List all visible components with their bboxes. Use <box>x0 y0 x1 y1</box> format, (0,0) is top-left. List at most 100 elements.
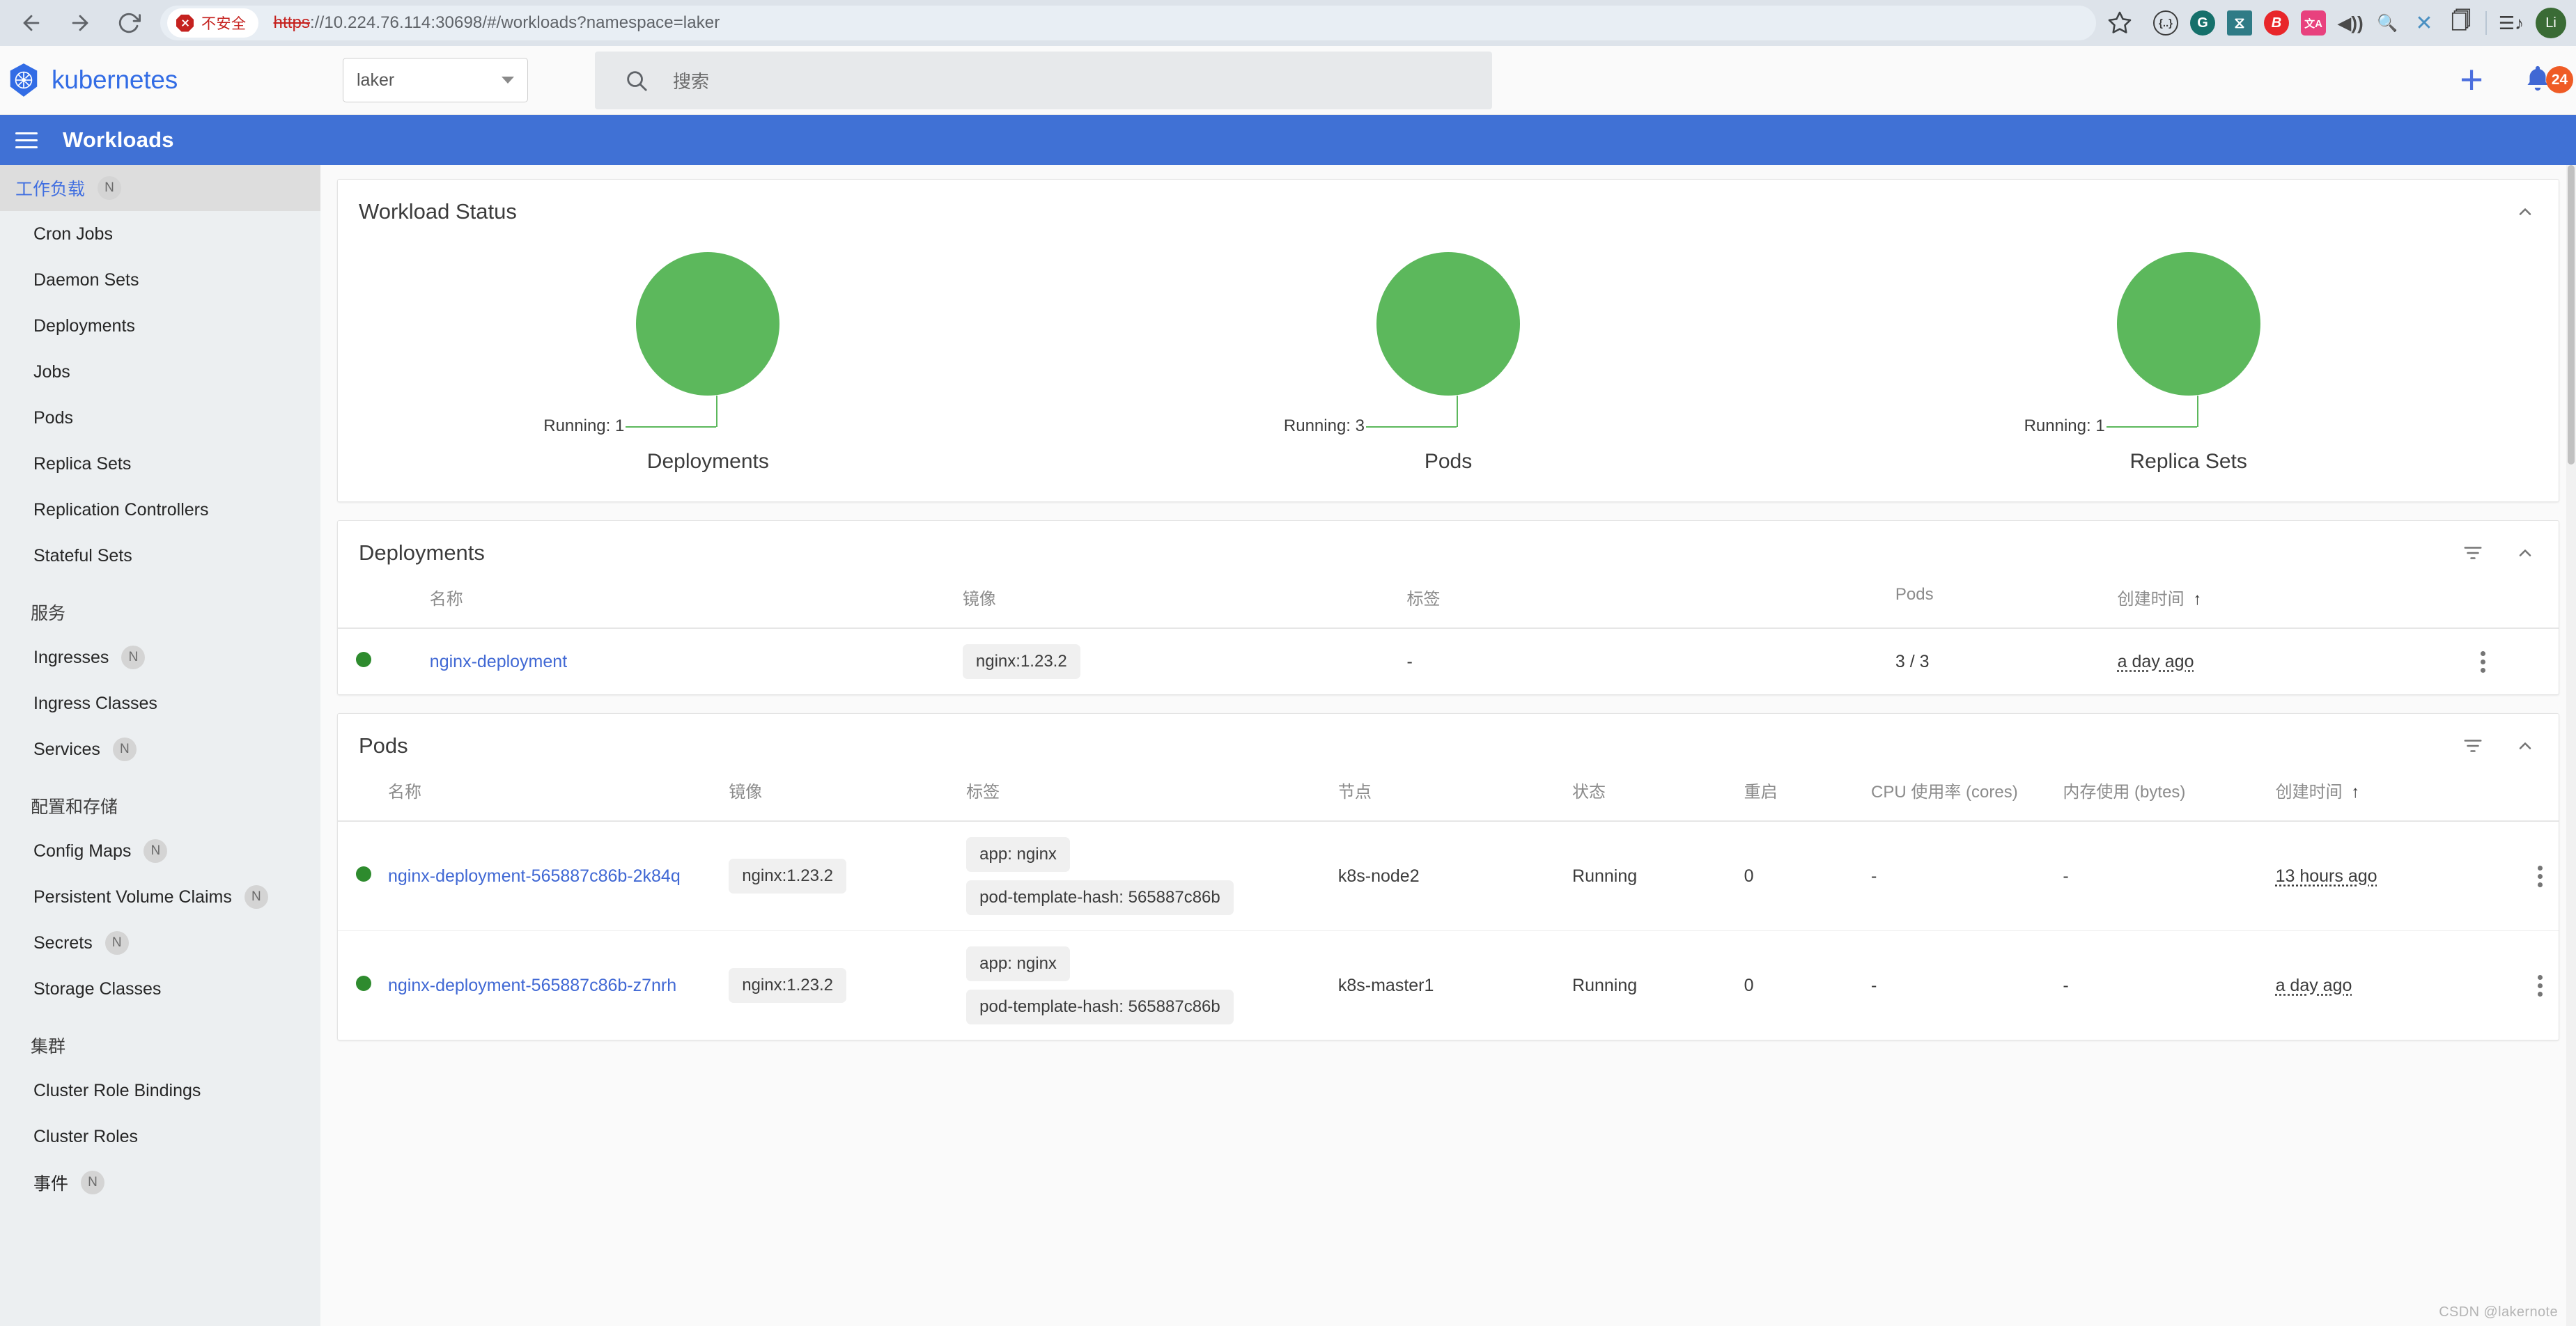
wayback-extension-icon[interactable]: ⧖ <box>2227 10 2252 36</box>
column-header[interactable]: 镜像 <box>720 774 959 822</box>
row-actions-cell[interactable] <box>2465 628 2559 694</box>
sidebar-item-label: Cron Jobs <box>33 224 113 244</box>
sidebar-item-daemon-sets[interactable]: Daemon Sets <box>0 257 320 303</box>
kubernetes-logo[interactable]: kubernetes <box>0 62 334 98</box>
chevron-up-icon[interactable] <box>2515 736 2535 756</box>
callout-line-vertical <box>1457 396 1458 427</box>
row-actions-cell[interactable] <box>2521 821 2559 931</box>
filter-icon[interactable] <box>2462 543 2483 563</box>
forward-arrow-icon[interactable] <box>59 3 102 43</box>
table-row[interactable]: nginx-deployment-565887c86b-2k84q nginx:1… <box>338 821 2559 931</box>
column-header[interactable]: 创建时间 ↑ <box>2109 581 2465 629</box>
row-actions-cell[interactable] <box>2521 931 2559 1040</box>
cell-state: Running <box>1564 821 1736 931</box>
sort-arrow-icon: ↑ <box>2193 590 2202 609</box>
deployment-link[interactable]: nginx-deployment <box>430 652 567 671</box>
column-header[interactable]: 创建时间 ↑ <box>2267 774 2521 822</box>
column-header[interactable]: 节点 <box>1329 774 1565 822</box>
column-header[interactable]: 标签 <box>958 774 1330 822</box>
notification-bell[interactable]: 24 <box>2522 62 2573 98</box>
filter-icon[interactable] <box>2462 735 2483 756</box>
namespace-selector[interactable]: laker <box>343 58 528 102</box>
translate-extension-icon[interactable]: 文A <box>2301 10 2326 36</box>
scrollbar-thumb[interactable] <box>2568 165 2575 465</box>
sidebar-item-cluster-role-bindings[interactable]: Cluster Role Bindings <box>0 1068 320 1114</box>
kebab-menu-icon[interactable] <box>2473 650 2494 673</box>
sidebar-item-cluster-roles[interactable]: Cluster Roles <box>0 1114 320 1160</box>
volume-extension-icon[interactable]: ◀)) <box>2337 10 2363 36</box>
column-header[interactable]: 标签 <box>1398 581 1887 629</box>
column-header[interactable]: 镜像 <box>954 581 1399 629</box>
status-pie[interactable] <box>636 252 780 396</box>
kebab-menu-icon[interactable] <box>2529 974 2550 997</box>
sidebar-item-ingresses[interactable]: Ingresses N <box>0 634 320 680</box>
address-bar[interactable]: 不安全 https://10.224.76.114:30698/#/worklo… <box>160 6 2096 40</box>
namespaced-badge: N <box>143 839 168 863</box>
sidebar-item-services[interactable]: Services N <box>0 726 320 772</box>
page-toolbar: Workloads <box>0 115 2576 165</box>
sidebar-item-label: 工作负载 <box>15 180 86 199</box>
status-pie[interactable] <box>1376 252 1520 396</box>
table-row[interactable]: nginx-deployment-565887c86b-z7nrh nginx:1… <box>338 931 2559 1040</box>
search-input[interactable]: 搜索 <box>595 51 1492 109</box>
magnifier-extension-icon[interactable]: 🔍 <box>2375 10 2400 36</box>
sidebar-item-persistent-volume-claims[interactable]: Persistent Volume Claims N <box>0 874 320 920</box>
sidebar-item-replica-sets[interactable]: Replica Sets <box>0 441 320 487</box>
callout-label: Running: 1 <box>2024 416 2105 435</box>
star-icon[interactable] <box>2102 5 2138 41</box>
sidebar-item-deployments[interactable]: Deployments <box>0 303 320 349</box>
cell-age: a day ago <box>2109 628 2465 694</box>
column-header[interactable]: 名称 <box>380 774 721 822</box>
column-header[interactable]: 内存使用 (bytes) <box>2054 774 2267 822</box>
sidebar-item-storage-classes[interactable]: Storage Classes <box>0 966 320 1012</box>
sidebar-item-工作负载[interactable]: 工作负载 N <box>0 165 320 211</box>
kebab-menu-icon[interactable] <box>2529 865 2550 887</box>
status-pie[interactable] <box>2116 252 2260 396</box>
clipboard-extension-icon[interactable]: 🗍 <box>2449 10 2474 36</box>
sidebar-item-事件[interactable]: 事件 N <box>0 1160 320 1206</box>
cell-name[interactable]: nginx-deployment-565887c86b-z7nrh <box>380 931 720 1040</box>
sidebar-item-jobs[interactable]: Jobs <box>0 349 320 395</box>
cell-name[interactable]: nginx-deployment-565887c86b-2k84q <box>380 821 721 931</box>
column-header[interactable]: CPU 使用率 (cores) <box>1863 774 2055 822</box>
grammarly-extension-icon[interactable]: G <box>2190 10 2215 36</box>
sidebar-item-cron-jobs[interactable]: Cron Jobs <box>0 211 320 257</box>
column-actions <box>2464 581 2559 629</box>
vertical-scrollbar[interactable] <box>2566 165 2576 1326</box>
chevron-up-icon[interactable] <box>2515 543 2535 563</box>
cell-name[interactable]: nginx-deployment <box>421 628 954 694</box>
sidebar-item-pods[interactable]: Pods <box>0 395 320 441</box>
sidebar-item-stateful-sets[interactable]: Stateful Sets <box>0 533 320 579</box>
bitwarden-extension-icon[interactable]: B <box>2264 10 2289 36</box>
security-status-chip[interactable]: 不安全 <box>167 8 258 38</box>
pod-link[interactable]: nginx-deployment-565887c86b-2k84q <box>388 866 681 886</box>
reload-icon[interactable] <box>107 3 150 43</box>
plus-icon[interactable]: + <box>2460 60 2483 100</box>
sidebar-item-replication-controllers[interactable]: Replication Controllers <box>0 487 320 533</box>
sidebar-item-config-maps[interactable]: Config Maps N <box>0 828 320 874</box>
cell-memory: - <box>2063 975 2069 995</box>
sidebar-item-secrets[interactable]: Secrets N <box>0 920 320 966</box>
back-arrow-icon[interactable] <box>10 3 53 43</box>
chevron-up-icon[interactable] <box>2515 202 2535 221</box>
table-row[interactable]: nginx-deployment nginx:1.23.2 - 3 / 3 a day … <box>338 628 2559 694</box>
column-header[interactable]: Pods <box>1886 581 2109 629</box>
callout-line-horizontal <box>2106 426 2197 428</box>
security-label: 不安全 <box>201 16 247 32</box>
watermark: CSDN @lakernote <box>2439 1304 2558 1320</box>
profile-avatar[interactable]: Li <box>2536 8 2566 38</box>
list-menu-icon[interactable]: ☰♪ <box>2499 10 2524 36</box>
age-text[interactable]: a day ago <box>2118 652 2194 671</box>
sidebar-item-label: Replication Controllers <box>33 499 209 520</box>
column-header[interactable]: 名称 <box>421 581 954 629</box>
sidebar-item-ingress-classes[interactable]: Ingress Classes <box>0 680 320 726</box>
sidebar-item-label: Config Maps <box>33 841 132 861</box>
column-header[interactable]: 重启 <box>1735 774 1863 822</box>
pod-link[interactable]: nginx-deployment-565887c86b-z7nrh <box>388 976 676 995</box>
xmind-extension-icon[interactable]: ✕ <box>2412 10 2437 36</box>
hamburger-menu-icon[interactable] <box>11 128 42 153</box>
age-text[interactable]: a day ago <box>2276 976 2352 995</box>
age-text[interactable]: 13 hours ago <box>2276 866 2377 886</box>
column-header[interactable]: 状态 <box>1564 774 1736 822</box>
json-viewer-extension-icon[interactable]: {..} <box>2153 10 2178 36</box>
